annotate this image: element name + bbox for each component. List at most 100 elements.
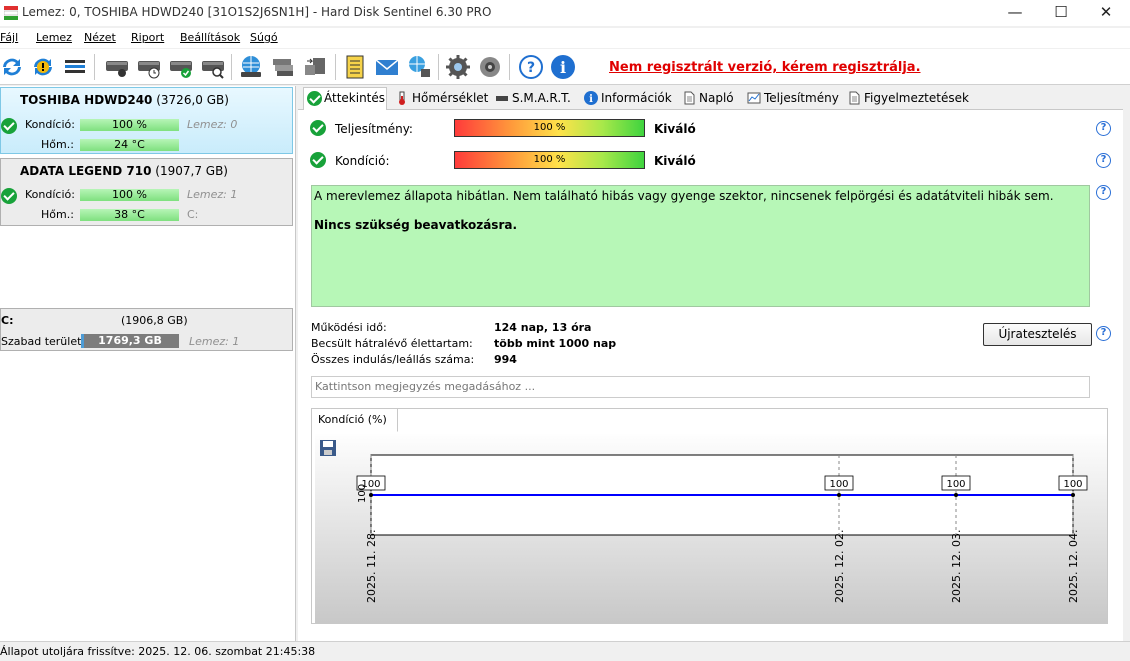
disk-index: Lemez: 1 [187,188,238,201]
tab-overview[interactable]: Áttekintés [303,87,387,110]
x-tick-label: 2025. 11. 28. [365,530,378,603]
svg-text:?: ? [527,60,535,76]
thermometer-icon [399,91,405,105]
close-button[interactable]: ✕ [1083,0,1129,26]
globe-disk-icon[interactable] [237,53,265,81]
condition-bar: 100 % [80,189,179,201]
menu-file[interactable]: Fájl [0,31,18,44]
speaker-icon[interactable] [476,53,504,81]
toolbar: ? i Nem regisztrált verzió, kérem regisz… [0,49,1130,85]
drive-letter: C: [187,208,199,221]
retest-button[interactable]: Újratesztelés [983,323,1092,346]
notes-icon[interactable] [341,53,369,81]
disk-icon[interactable] [103,53,131,81]
refresh-icon[interactable] [0,53,26,81]
help-icon[interactable]: ? [1096,185,1111,200]
x-tick-label: 2025. 12. 02. [833,530,846,603]
data-label: 100 [829,479,848,490]
toolbar-separator [94,54,95,80]
menu-help[interactable]: Súgó [250,31,278,44]
power-on-label: Működési idő: [311,321,387,334]
status-bar: Állapot utoljára frissítve: 2025. 12. 06… [0,641,1130,661]
performance-rating: Kiváló [654,122,696,136]
data-point [954,493,958,497]
info-icon: i [584,91,598,105]
menu-report[interactable]: Riport [131,31,164,44]
performance-label: Teljesítmény: [335,122,413,136]
chart-panel: Kondíció (%) 2025. 11. 28. 2025. 12. 02. 2… [311,408,1108,624]
condition-bar: 100 % [80,119,179,131]
info-icon[interactable]: i [549,53,577,81]
chart-area: 2025. 11. 28. 2025. 12. 02. 2025. 12. 03. 2… [315,434,1107,623]
tab-temperature[interactable]: Hőmérséklet [392,88,488,110]
data-point [1071,493,1075,497]
partition-disk: Lemez: 1 [189,335,240,348]
free-space-bar: 1769,3 GB [81,334,179,348]
status-message-box: A merevlemez állapota hibátlan. Nem talá… [311,185,1090,307]
chart-icon [747,92,761,104]
toolbar-separator [509,54,510,80]
menu-disk[interactable]: Lemez [36,31,72,44]
last-updated-text: Állapot utoljára frissítve: 2025. 12. 06… [0,645,316,658]
tab-information[interactable]: i Információk [581,88,672,110]
minimize-button[interactable]: — [992,0,1038,26]
disk-search-icon[interactable] [199,53,227,81]
temperature-label: Hőm.: [41,138,74,151]
menu-settings[interactable]: Beállítások [180,31,240,44]
disk-index: Lemez: 0 [187,118,238,131]
partition-letter: C: [1,314,14,327]
help-icon[interactable]: ? [1096,326,1111,341]
disk-stack-icon[interactable] [269,53,297,81]
recommendation: Nincs szükség beavatkozásra. [314,218,518,232]
menu-view[interactable]: Nézet [84,31,116,44]
window-title: Lemez: 0, TOSHIBA HDWD240 [31O1S2J6SN1H]… [22,5,492,19]
ok-status-icon [1,188,17,204]
toolbar-separator [438,54,439,80]
refresh-warning-icon[interactable] [29,53,57,81]
smart-disk-icon [496,96,508,101]
menu-bar: Fájl Lemez Nézet Riport Beállítások Súgó [0,28,1130,48]
help-icon[interactable]: ? [1096,153,1111,168]
disk-item-1[interactable]: ADATA LEGEND 710 (1907,7 GB) Kondíció: 1… [0,158,293,226]
note-input[interactable]: Kattintson megjegyzés megadásához ... [311,376,1090,398]
partition-item[interactable]: C: (1906,8 GB) Szabad terület 1769,3 GB … [0,308,293,351]
document-icon [684,91,695,105]
temperature-bar: 38 °C [80,209,179,221]
health-ok-icon [310,152,326,168]
disk-item-0[interactable]: TOSHIBA HDWD240 (3726,0 GB) Kondíció: 10… [0,87,293,154]
disk-list-panel: TOSHIBA HDWD240 (3726,0 GB) Kondíció: 10… [0,86,296,641]
disk-clock-icon[interactable] [135,53,163,81]
registration-link[interactable]: Nem regisztrált verzió, kérem regisztrál… [609,60,921,75]
help-icon[interactable]: ? [517,53,545,81]
status-message: A merevlemez állapota hibátlan. Nem talá… [314,189,1054,203]
check-icon [307,91,322,106]
disk-check-icon[interactable] [167,53,195,81]
partition-size: (1906,8 GB) [121,314,188,327]
disk-name: TOSHIBA HDWD240 (3726,0 GB) [20,93,229,107]
toolbar-separator [335,54,336,80]
disk-transfer-icon[interactable] [301,53,329,81]
gear-icon[interactable] [444,53,472,81]
start-stop-label: Összes indulás/leállás száma: [311,353,475,366]
health-bar: 100 % [454,151,645,169]
mail-icon[interactable] [373,53,401,81]
tab-log[interactable]: Napló [679,88,734,110]
disk-list-icon[interactable] [61,53,89,81]
tab-bar: Áttekintés Hőmérséklet S.M.A.R.T. i Info… [298,86,1123,110]
y-tick-label: 100 [357,484,368,503]
start-stop-value: 994 [494,353,517,366]
maximize-button[interactable]: ☐ [1038,0,1084,26]
chart-tab[interactable]: Kondíció (%) [312,409,398,432]
tab-smart[interactable]: S.M.A.R.T. [492,88,571,110]
performance-ok-icon [310,120,326,136]
network-icon[interactable] [405,53,433,81]
data-point [369,493,373,497]
tab-performance[interactable]: Teljesítmény [744,88,839,110]
help-icon[interactable]: ? [1096,121,1111,136]
free-space-label: Szabad terület [1,335,82,348]
condition-label: Kondíció: [25,188,75,201]
data-label: 100 [1063,479,1082,490]
remaining-life-label: Becsült hátralévő élettartam: [311,337,473,350]
tab-alerts[interactable]: Figyelmeztetések [844,88,969,110]
title-bar: Lemez: 0, TOSHIBA HDWD240 [31O1S2J6SN1H]… [0,0,1130,26]
